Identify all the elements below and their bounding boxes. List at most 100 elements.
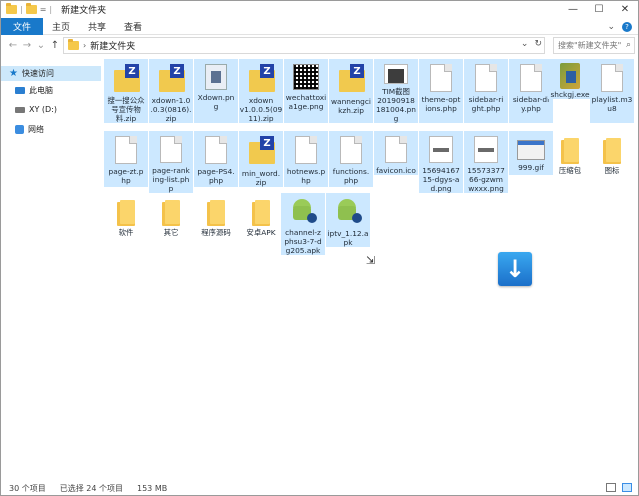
file-name: functions. php [332,167,370,185]
file-name: 其它 [163,228,179,237]
minimize-button[interactable]: — [560,1,586,18]
file-name: sidebar-ri ght.php [468,95,504,113]
gif-image-icon [517,140,545,160]
file-item[interactable]: wechattoxi a1ge.png [284,59,328,123]
file-item[interactable]: favicon.ico [374,131,418,175]
file-item[interactable]: page-rank ing-list.ph p [149,131,193,193]
back-button[interactable]: ← [6,40,20,51]
large-icons-view-icon[interactable] [622,483,632,492]
file-item[interactable]: shckgj.exe [548,59,592,99]
status-bar: 30 个项目 已选择 24 个项目 153 MB [1,480,638,496]
document-file-icon [160,136,182,163]
image-file-icon [474,136,498,163]
file-name: 999.gif [518,163,544,172]
nav-item-this-pc[interactable]: 此电脑 [1,83,101,98]
refresh-icon[interactable]: ↻ [534,39,542,49]
file-name: xdown-1.0 .0.3(0816). zip [150,96,192,123]
breadcrumb-separator[interactable]: › [83,41,86,50]
address-row: ← → ⌄ ↑ › 新建文件夹 ⌄ ↻ ⌕ [1,35,638,56]
file-item[interactable]: Z 搜一搜公众 号宣传物 料.zip [104,59,148,123]
qr-code-image-icon [293,64,319,90]
nav-item-drive-d[interactable]: XY (D:) [1,102,101,117]
quick-access-folder-icon[interactable] [25,3,37,14]
folder-item[interactable]: 安卓APK [239,193,283,237]
pc-icon [15,87,25,94]
file-item[interactable]: functions. php [329,131,373,187]
file-name: wechattoxi a1ge.png [285,93,327,111]
folder-icon [252,200,270,226]
tab-file[interactable]: 文件 [1,17,44,35]
folder-icon [207,200,225,226]
file-item[interactable]: sidebar-ri ght.php [464,59,508,123]
file-item[interactable]: page-zt.p hp [104,131,148,187]
file-name: page-PS4. php [197,167,235,185]
folder-icon [603,138,621,164]
file-item[interactable]: TIM截图 20190918 181004.pn g [374,59,418,123]
file-item[interactable]: 15573377 66-gzwm wxxx.png [464,131,508,193]
file-name: 安卓APK [246,228,276,237]
nav-item-label: 快速访问 [21,69,54,78]
download-arrow-icon[interactable]: ↓ [498,252,532,286]
folder-item[interactable]: 程序源码 [194,193,238,237]
screenshot-image-icon [384,64,408,84]
forward-button[interactable]: → [20,40,34,51]
details-view-icon[interactable] [606,483,616,492]
breadcrumb-current[interactable]: 新建文件夹 [90,39,135,52]
star-icon: ★ [9,68,18,79]
file-name: shckgj.exe [550,90,590,99]
file-item[interactable]: Z min_word. zip [239,131,283,187]
file-name: Xdown.pn g [197,93,235,111]
folder-icon [561,138,579,164]
exe-file-icon [558,62,582,89]
folder-item[interactable]: 软件 [104,193,148,237]
file-name: 压缩包 [558,166,582,175]
up-button[interactable]: ↑ [48,40,62,51]
window-title: 新建文件夹 [61,6,107,16]
search-icon[interactable]: ⌕ [626,40,631,50]
file-item[interactable]: 15694167 15-dgys-a d.png [419,131,463,193]
file-name: min_word. zip [241,169,281,187]
document-file-icon [340,136,362,164]
address-folder-icon [68,39,79,50]
mouse-cursor-icon: ⇲ [366,254,376,267]
file-item[interactable]: iptv_1.12.a pk [326,193,370,247]
file-item[interactable]: playlist.m3 u8 [590,59,634,123]
folder-item[interactable]: 其它 [149,193,193,237]
file-item[interactable]: page-PS4. php [194,131,238,187]
folder-icon [117,200,135,226]
tab-share[interactable]: 共享 [79,18,115,35]
file-item[interactable]: theme-opt ions.php [419,59,463,123]
close-button[interactable]: ✕ [612,1,638,18]
nav-item-network[interactable]: 网络 [1,122,101,137]
recent-locations-button[interactable]: ⌄ [34,40,48,51]
file-item[interactable]: Z xdown v1.0.0.5(09 11).zip [239,59,283,123]
address-dropdown-icon[interactable]: ⌄ [521,39,529,49]
folder-item[interactable]: 压缩包 [548,131,592,175]
file-item[interactable]: sidebar-di y.php [509,59,553,123]
file-item[interactable]: Z wannengci kzh.zip [329,59,373,123]
address-bar[interactable]: › 新建文件夹 ⌄ ↻ [63,37,545,54]
selection-size: 153 MB [137,483,168,493]
file-list: Z 搜一搜公众 号宣传物 料.zip Z xdown-1.0 .0.3(0816… [101,56,638,480]
nav-item-quick-access[interactable]: ★ 快速访问 [1,66,101,81]
file-name: TIM截图 20190918 181004.pn g [376,87,416,123]
quick-access-separator-2: | [49,5,53,14]
file-name: 15694167 15-dgys-a d.png [422,166,460,193]
file-name: 程序源码 [201,228,231,237]
quick-access-menu-icon[interactable]: = [40,5,47,14]
tab-home[interactable]: 主页 [43,18,79,35]
file-item[interactable]: channel-z phsu3-7-d g205.apk [281,193,325,255]
file-item[interactable]: Xdown.pn g [194,59,238,123]
help-icon[interactable]: ? [622,21,632,32]
folder-item[interactable]: 图标 [590,131,634,175]
search-input[interactable] [558,41,622,50]
maximize-button[interactable]: ☐ [586,1,612,18]
file-item[interactable]: hotnews.p hp [284,131,328,187]
file-item[interactable]: Z xdown-1.0 .0.3(0816). zip [149,59,193,123]
ribbon-expand-icon[interactable]: ⌄ [607,22,615,32]
android-apk-icon [333,196,363,226]
zip-file-icon: Z [247,136,275,166]
file-item[interactable]: 999.gif [509,131,553,175]
search-box[interactable]: ⌕ [553,37,635,54]
tab-view[interactable]: 查看 [115,18,151,35]
